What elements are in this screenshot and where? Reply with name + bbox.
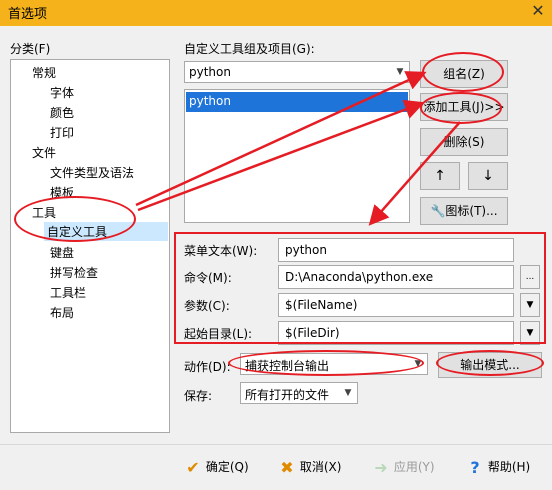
help-button[interactable]: ? 帮助(H)	[466, 458, 530, 484]
annotation-arrows	[135, 71, 461, 226]
arrow-to-add-tool	[137, 99, 425, 212]
footer-separator	[0, 444, 552, 445]
apply-label: 应用(Y)	[393, 460, 435, 474]
checkmark-icon: ✔	[186, 458, 200, 477]
cancel-button[interactable]: ✖ 取消(X)	[278, 458, 341, 484]
help-label: 帮助(H)	[487, 460, 531, 474]
ok-button[interactable]: ✔ 确定(Q)	[184, 458, 249, 484]
arrow-to-form	[368, 121, 461, 226]
apply-button[interactable]: ➜ 应用(Y)	[372, 458, 435, 484]
cancel-label: 取消(X)	[299, 460, 342, 474]
close-icon: ✖	[280, 458, 294, 477]
apply-icon: ➜	[374, 458, 388, 477]
help-icon: ?	[470, 458, 480, 477]
ok-label: 确定(Q)	[205, 460, 249, 474]
arrow-to-group	[135, 71, 427, 207]
